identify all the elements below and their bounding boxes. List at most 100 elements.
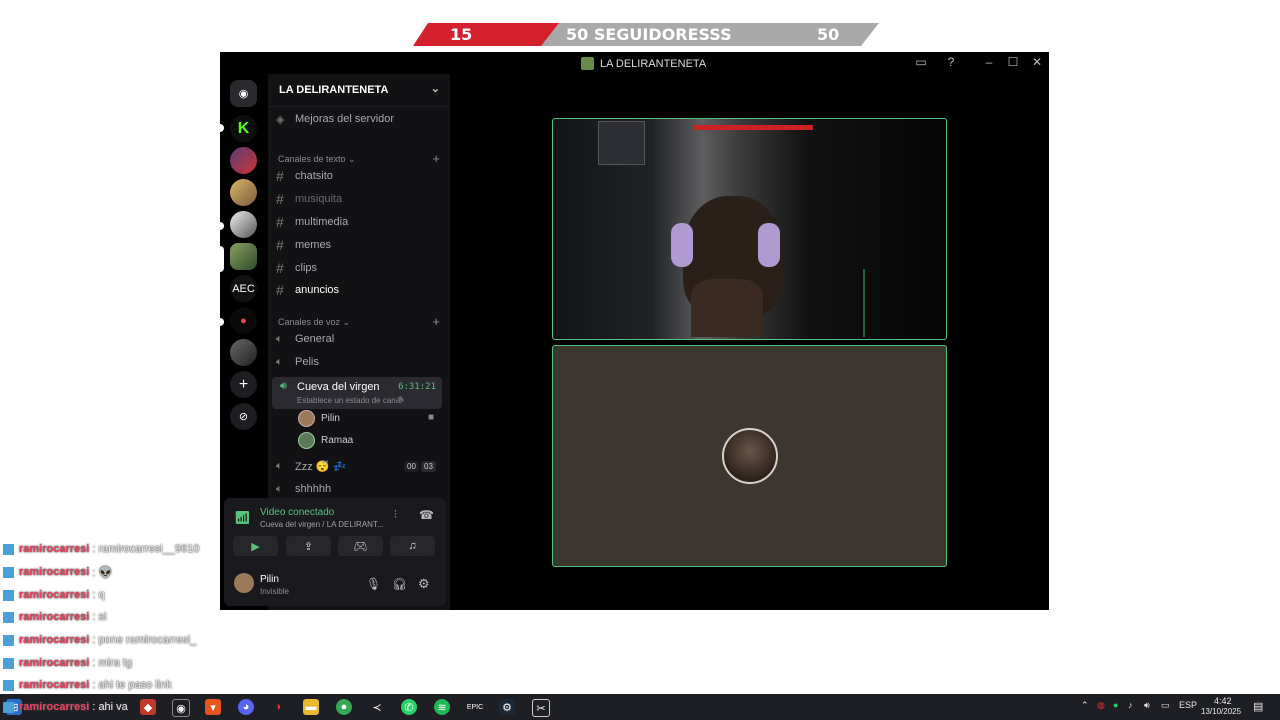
chat-message: ramirocarresi: 👽: [3, 564, 112, 580]
epic-games-icon[interactable]: EPIC: [467, 699, 483, 715]
app-icon-red-2[interactable]: ◗: [271, 699, 287, 715]
channel-anuncios[interactable]: # anuncios: [276, 280, 446, 300]
activity-button[interactable]: 🎮︎: [338, 536, 383, 556]
tray-app-icon[interactable]: ◍: [1097, 700, 1105, 711]
help-icon[interactable]: ?: [943, 55, 959, 69]
channel-musiquita[interactable]: # musiquita: [276, 189, 446, 209]
headphones-icon[interactable]: 🎧︎: [392, 577, 407, 591]
server-icon: [581, 57, 594, 70]
speaker-icon: 🔈︎: [276, 332, 283, 345]
server-boost-item[interactable]: ◈ Mejoras del servidor: [276, 109, 446, 129]
voice-channel-pelis[interactable]: 🔈︎ Pelis: [276, 352, 446, 372]
chat-text: : 👽: [92, 566, 113, 579]
chat-message: ramirocarresi: ahi te paso link: [3, 677, 172, 693]
voice-channel-shhhhh[interactable]: 🔈︎ shhhhh: [276, 479, 446, 499]
speaker-icon: 🔈︎: [276, 482, 283, 495]
unread-pip: [220, 222, 224, 230]
chevron-up-icon[interactable]: ⌃: [1081, 700, 1089, 711]
whatsapp-icon[interactable]: ✆: [401, 699, 417, 715]
channel-label: chatsito: [295, 170, 333, 182]
voice-category[interactable]: Canales de voz ⌄: [278, 317, 350, 328]
server-icon-2[interactable]: [230, 147, 257, 174]
channel-status-hint[interactable]: Establece un estado de canal: [297, 396, 402, 405]
announcement-icon: #: [276, 282, 284, 298]
camera-button[interactable]: ▶: [233, 536, 278, 556]
server-icon-active[interactable]: [230, 243, 257, 270]
server-aec[interactable]: AEC: [230, 275, 257, 302]
discord-icon[interactable]: ◕: [238, 699, 254, 715]
kick-server-icon[interactable]: K: [230, 115, 257, 142]
avatar[interactable]: [234, 573, 254, 593]
voice-channel-general[interactable]: 🔈︎ General: [276, 329, 446, 349]
server-icon-7[interactable]: [230, 339, 257, 366]
explore-icon[interactable]: ⊘: [230, 403, 257, 430]
voice-user-pilin[interactable]: Pilin: [298, 409, 340, 427]
text-category[interactable]: Canales de texto ⌄: [278, 154, 356, 165]
channel-chatsito[interactable]: # chatsito: [276, 166, 446, 186]
voice-channel-cueva[interactable]: 🔊︎ Cueva del virgen 6:31:21 Establece un…: [272, 377, 442, 409]
server-aec-label: AEC: [232, 282, 255, 295]
windows-taskbar: ⊞ ramirocarresi: ahi va ◆ ◉ ▾ ◕ ◗ ▬ ● ≺ …: [0, 694, 1280, 720]
server-icon-3[interactable]: [230, 179, 257, 206]
user-status: Invisible: [260, 587, 289, 596]
voice-user-ramaa[interactable]: Ramaa: [298, 431, 353, 449]
chat-text: : mira tg: [92, 657, 133, 669]
disconnect-icon[interactable]: ☎: [419, 508, 434, 522]
add-server-icon[interactable]: +: [230, 371, 257, 398]
noise-suppression-icon[interactable]: ⫶: [394, 509, 397, 522]
server-header[interactable]: LA DELIRANTENETA ⌄: [268, 74, 450, 107]
chat-text: : ahi va: [92, 701, 128, 713]
hash-icon: #: [276, 191, 284, 207]
minimize-button[interactable]: –: [981, 55, 997, 69]
pencil-icon[interactable]: ✎: [398, 395, 405, 404]
channel-multimedia[interactable]: # multimedia: [276, 212, 446, 232]
unread-pip: [220, 124, 224, 132]
soundboard-button[interactable]: ♫: [390, 536, 435, 556]
signal-icon: 📶︎: [234, 510, 251, 525]
server-icon-4[interactable]: [230, 211, 257, 238]
call-timer: 6:31:21: [398, 382, 436, 392]
close-button[interactable]: ✕: [1029, 55, 1045, 69]
webcam-video-tile[interactable]: [552, 118, 947, 340]
tray-status-icon[interactable]: ●: [1113, 700, 1118, 710]
hash-icon: #: [276, 168, 284, 184]
clock-time[interactable]: 4:42: [1214, 696, 1232, 706]
channel-memes[interactable]: # memes: [276, 235, 446, 255]
add-text-channel-button[interactable]: +: [432, 151, 440, 166]
follower-goal-bar: 15 50 SEGUIDORESSS 50: [413, 23, 879, 46]
channel-clips[interactable]: # clips: [276, 258, 446, 278]
file-explorer-icon[interactable]: ▬: [303, 699, 319, 715]
video-stage: [450, 74, 1049, 610]
capcut-icon[interactable]: ≺: [369, 699, 385, 715]
twitch-icon: [3, 589, 14, 601]
obs-icon[interactable]: ◉: [172, 699, 190, 717]
network-icon[interactable]: ▭: [1161, 700, 1170, 711]
voice-status-panel: 📶︎ Video conectado Cueva del virgen / LA…: [224, 498, 446, 606]
chrome-icon[interactable]: ●: [336, 699, 352, 715]
inbox-icon[interactable]: ▭: [913, 55, 929, 69]
add-voice-channel-button[interactable]: +: [432, 314, 440, 329]
user-avatar-tile[interactable]: [552, 345, 947, 567]
tray-sound-icon[interactable]: ♪: [1128, 700, 1133, 710]
spotify-icon[interactable]: ≋: [434, 699, 450, 715]
connection-channel[interactable]: Cueva del virgen / LA DELIRANT...: [260, 520, 384, 529]
connection-status[interactable]: Video conectado: [260, 507, 334, 518]
twitch-icon: [3, 634, 14, 646]
microphone-icon[interactable]: 🎙︎: [366, 577, 381, 591]
server-icon-6[interactable]: ●: [230, 307, 257, 334]
discord-home-icon[interactable]: ◉: [230, 80, 257, 107]
text-category-label: Canales de texto: [278, 154, 346, 164]
language-indicator[interactable]: ESP: [1179, 700, 1197, 710]
app-icon-red[interactable]: ◆: [140, 699, 156, 715]
maximize-button[interactable]: ☐: [1005, 55, 1021, 69]
gear-icon[interactable]: ⚙: [418, 576, 430, 592]
chat-message: ramirocarresi: q: [3, 587, 105, 603]
brave-icon[interactable]: ▾: [205, 699, 221, 715]
clock-date[interactable]: 13/10/2025: [1201, 707, 1241, 716]
screen-share-button[interactable]: ⇪: [286, 536, 331, 556]
twitch-icon: [3, 543, 14, 555]
speaker-icon[interactable]: 🔊︎: [1144, 700, 1150, 711]
notification-icon[interactable]: ▤: [1253, 700, 1263, 713]
steam-icon[interactable]: ⚙: [499, 699, 515, 715]
capcut-alt-icon[interactable]: ✂: [532, 699, 550, 717]
